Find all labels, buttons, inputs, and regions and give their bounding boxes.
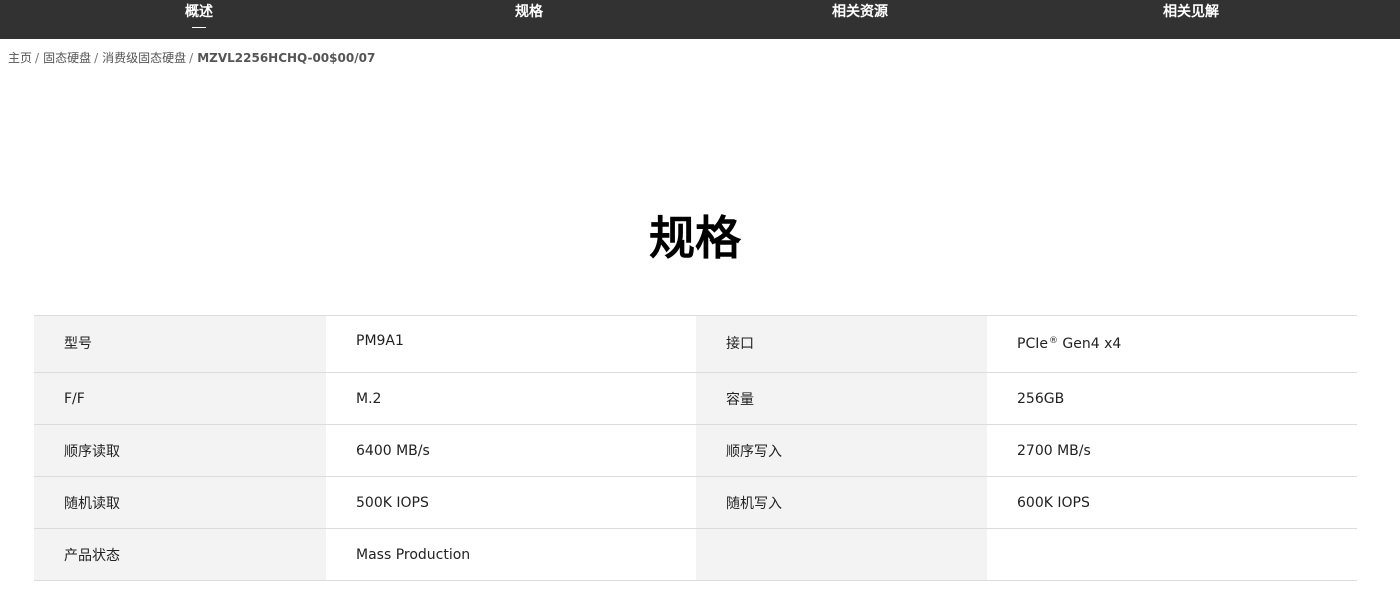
nav-tab-insights[interactable]: 相关见解 <box>1163 0 1219 39</box>
spec-row: 型号 PM9A1 接口 PCIe ® Gen4 x4 <box>34 316 1357 373</box>
nav-tab-overview[interactable]: 概述 <box>185 0 213 39</box>
breadcrumb-separator: / <box>35 51 40 65</box>
interface-prefix: PCIe <box>1017 336 1048 352</box>
page-title: 规格 <box>649 211 741 265</box>
breadcrumb-separator: / <box>94 51 99 65</box>
spec-value-form-factor: M.2 <box>326 373 696 424</box>
interface-suffix: Gen4 x4 <box>1057 336 1122 352</box>
spec-row: F/F M.2 容量 256GB <box>34 373 1357 425</box>
spec-label-model: 型号 <box>34 316 326 372</box>
breadcrumb-separator: / <box>189 51 194 65</box>
spec-label-random-read: 随机读取 <box>34 477 326 528</box>
spec-row: 随机读取 500K IOPS 随机写入 600K IOPS <box>34 477 1357 529</box>
spec-row: 产品状态 Mass Production <box>34 529 1357 581</box>
spec-row: 顺序读取 6400 MB/s 顺序写入 2700 MB/s <box>34 425 1357 477</box>
spec-label-form-factor: F/F <box>34 373 326 424</box>
spec-label-empty <box>696 529 987 580</box>
spec-label-seq-read: 顺序读取 <box>34 425 326 476</box>
spec-table: 型号 PM9A1 接口 PCIe ® Gen4 x4 F/F M.2 容量 256… <box>34 315 1357 581</box>
spec-label-capacity: 容量 <box>696 373 987 424</box>
spec-label-seq-write: 顺序写入 <box>696 425 987 476</box>
spec-value-status: Mass Production <box>326 529 696 580</box>
spec-value-random-write: 600K IOPS <box>987 477 1357 528</box>
nav-tab-specs[interactable]: 规格 <box>515 0 543 39</box>
spec-value-seq-read: 6400 MB/s <box>326 425 696 476</box>
spec-value-interface: PCIe ® Gen4 x4 <box>987 316 1357 372</box>
spec-value-capacity: 256GB <box>987 373 1357 424</box>
spec-value-empty <box>987 529 1357 580</box>
breadcrumb-link-ssd[interactable]: 固态硬盘 <box>43 51 91 65</box>
breadcrumb-current: MZVL2256HCHQ-00$00/07 <box>197 51 376 65</box>
breadcrumb-link-home[interactable]: 主页 <box>8 51 32 65</box>
breadcrumb-link-consumer-ssd[interactable]: 消费级固态硬盘 <box>102 51 186 65</box>
spec-value-random-read: 500K IOPS <box>326 477 696 528</box>
spec-label-status: 产品状态 <box>34 529 326 580</box>
nav-tab-resources[interactable]: 相关资源 <box>832 0 888 39</box>
top-nav: 概述 规格 相关资源 相关见解 <box>0 0 1400 39</box>
spec-label-random-write: 随机写入 <box>696 477 987 528</box>
spec-label-interface: 接口 <box>696 316 987 372</box>
breadcrumb: 主页 / 固态硬盘 / 消费级固态硬盘 / MZVL2256HCHQ-00$00/07 <box>8 50 375 66</box>
spec-value-model: PM9A1 <box>326 316 696 372</box>
registered-mark: ® <box>1048 336 1058 346</box>
spec-value-seq-write: 2700 MB/s <box>987 425 1357 476</box>
